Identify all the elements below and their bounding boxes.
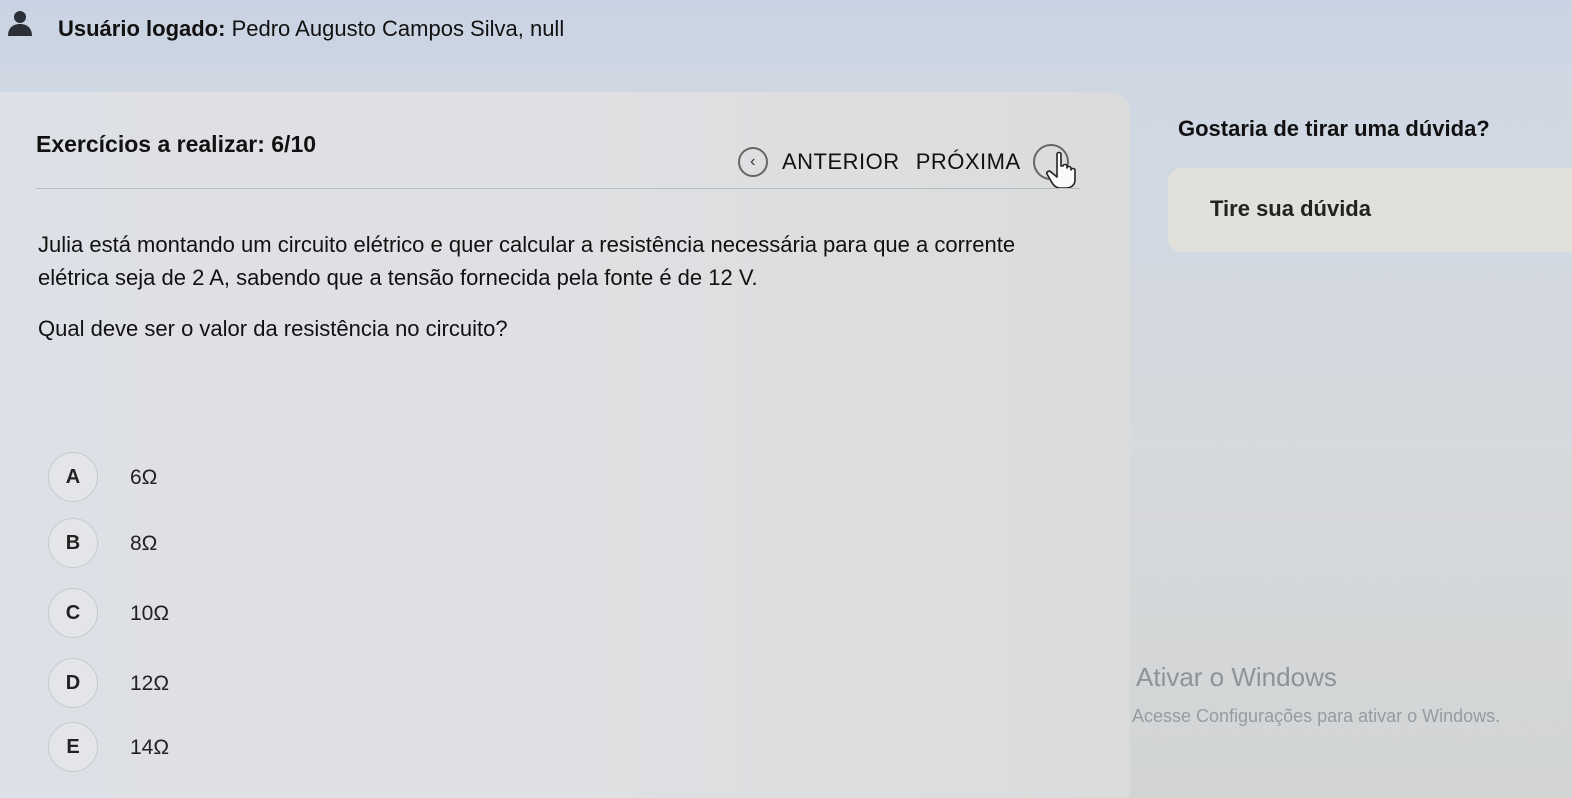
option-e[interactable]: E 14Ω [48,722,348,774]
option-letter: B [48,518,98,568]
previous-button[interactable]: ANTERIOR [782,149,900,175]
exercise-navigation: ‹ ANTERIOR PRÓXIMA [738,144,1069,180]
option-letter: C [48,588,98,638]
windows-activation-title: Ativar o Windows [1136,662,1337,692]
windows-activation-subtitle: Acesse Configurações para ativar o Windo… [1132,706,1501,726]
hand-pointer-icon [1046,151,1076,189]
user-bar: Usuário logado: Pedro Augusto Campos Sil… [0,0,1572,62]
option-text: 10Ω [130,602,170,625]
exercise-counter-label: Exercícios a realizar: [36,131,265,157]
option-text: 8Ω [130,532,158,555]
option-letter: E [48,722,98,772]
logged-user-text: Usuário logado: Pedro Augusto Campos Sil… [58,16,564,42]
option-text: 14Ω [130,736,170,759]
user-icon [8,11,32,36]
question-prompt: Qual deve ser o valor da resistência no … [38,316,508,341]
exercise-counter: Exercícios a realizar: 6/10 [36,131,316,158]
option-text: 6Ω [130,466,158,489]
chevron-left-icon[interactable]: ‹ [738,147,768,177]
question-block: Julia está montando um circuito elétrico… [38,228,1078,345]
help-title: Gostaria de tirar uma dúvida? [1178,116,1490,141]
question-statement: Julia está montando um circuito elétrico… [38,232,1016,290]
next-button[interactable]: PRÓXIMA [916,149,1021,175]
option-letter: A [48,452,98,502]
option-letter: D [48,658,98,708]
exercise-counter-value: 6/10 [271,131,317,157]
logged-user-name: Pedro Augusto Campos Silva, null [231,16,565,41]
option-d[interactable]: D 12Ω [48,658,348,710]
option-c[interactable]: C 10Ω [48,588,348,640]
option-b[interactable]: B 8Ω [48,518,348,570]
option-a[interactable]: A 6Ω [48,452,348,504]
ask-question-button[interactable]: Tire sua dúvida [1210,196,1371,222]
logged-user-label: Usuário logado: [58,16,226,41]
option-text: 12Ω [130,672,170,695]
divider [36,188,1080,189]
